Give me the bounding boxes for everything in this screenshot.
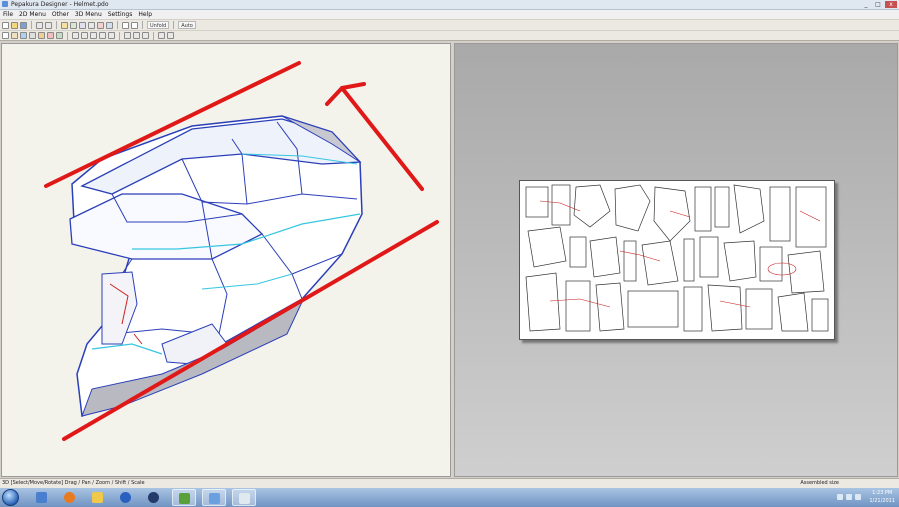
rotate-part-icon[interactable] <box>108 32 115 39</box>
menu-bar: File 2D Menu Other 3D Menu Settings Help <box>0 10 899 19</box>
auto-button[interactable]: Auto <box>178 21 196 29</box>
taskbar-firefox[interactable] <box>58 489 82 506</box>
move-icon[interactable] <box>11 32 18 39</box>
windows-taskbar: 1:23 PM 1/21/2011 <box>0 488 899 507</box>
select-icon[interactable] <box>61 21 68 29</box>
zoom-out-icon[interactable] <box>167 32 174 39</box>
taskbar-folder[interactable] <box>86 489 110 506</box>
status-bar: 3D [Select/Move/Rotate] Drag / Pan / Zoo… <box>0 478 899 488</box>
pan-icon[interactable] <box>88 21 95 29</box>
notepad-icon <box>239 493 250 504</box>
pepakura-app-icon <box>2 1 8 7</box>
paint-icon[interactable] <box>97 21 104 29</box>
volume-icon[interactable] <box>846 494 852 500</box>
window-icon[interactable] <box>131 21 138 29</box>
undo-icon[interactable] <box>36 21 43 29</box>
explorer-icon <box>36 492 47 503</box>
zoom-icon[interactable] <box>79 21 86 29</box>
taskbar-notepad[interactable] <box>232 489 256 506</box>
align-left-icon[interactable] <box>124 32 131 39</box>
network-icon[interactable] <box>837 494 843 500</box>
unfold-button[interactable]: Unfold <box>147 21 170 29</box>
window-title: Pepakura Designer - Helmet.pdo <box>11 1 109 8</box>
lock-icon[interactable] <box>38 32 45 39</box>
minimize-button[interactable]: _ <box>861 1 871 8</box>
menu-3d[interactable]: 3D Menu <box>75 10 102 19</box>
firefox-icon <box>64 492 75 503</box>
ie-icon <box>120 492 131 503</box>
new-icon[interactable] <box>2 21 9 29</box>
status-mode-text: 3D [Select/Move/Rotate] Drag / Pan / Zoo… <box>2 480 145 486</box>
status-size-text: Assembled size <box>800 480 839 486</box>
game-icon <box>179 493 190 504</box>
edge-icon[interactable] <box>47 32 54 39</box>
texture-icon[interactable] <box>106 21 113 29</box>
frame-icon[interactable] <box>122 21 129 29</box>
system-tray <box>837 494 861 500</box>
edit-toolbar <box>0 31 899 41</box>
3d-view-pane[interactable] <box>1 43 451 477</box>
2d-view-pane[interactable] <box>454 43 898 477</box>
grid-icon[interactable] <box>29 32 36 39</box>
taskbar-media-player[interactable] <box>142 489 166 506</box>
clock-date: 1/21/2011 <box>869 498 895 504</box>
save-icon[interactable] <box>20 21 27 29</box>
rotate-icon[interactable] <box>70 21 77 29</box>
main-toolbar: Unfold Auto <box>0 20 899 30</box>
align-right-icon[interactable] <box>142 32 149 39</box>
open-icon[interactable] <box>11 21 18 29</box>
text-icon[interactable] <box>90 32 97 39</box>
helmet-3d-model <box>44 61 439 441</box>
title-bar: Pepakura Designer - Helmet.pdo _ □ x <box>0 0 899 10</box>
menu-help[interactable]: Help <box>138 10 152 19</box>
start-button[interactable] <box>2 489 19 506</box>
media-player-icon <box>148 492 159 503</box>
menu-settings[interactable]: Settings <box>108 10 133 19</box>
taskbar-explorer[interactable] <box>30 489 54 506</box>
folder-icon <box>92 492 103 503</box>
maximize-button[interactable]: □ <box>873 1 883 8</box>
menu-other[interactable]: Other <box>52 10 69 19</box>
close-button[interactable]: x <box>885 1 897 8</box>
flag-icon[interactable] <box>855 494 861 500</box>
image-icon[interactable] <box>20 32 27 39</box>
taskbar-game[interactable] <box>172 489 196 506</box>
align-center-icon[interactable] <box>133 32 140 39</box>
arrow-icon[interactable] <box>2 32 9 39</box>
unfolded-parts <box>525 184 829 332</box>
menu-file[interactable]: File <box>3 10 13 19</box>
join-icon[interactable] <box>56 32 63 39</box>
mirror-icon[interactable] <box>99 32 106 39</box>
taskbar-ie[interactable] <box>114 489 138 506</box>
clock-time: 1:23 PM <box>872 490 893 496</box>
pepakura-icon <box>209 493 220 504</box>
zoom-in-icon[interactable] <box>158 32 165 39</box>
flap-icon[interactable] <box>81 32 88 39</box>
redo-icon[interactable] <box>45 21 52 29</box>
paper-sheet[interactable] <box>519 180 835 340</box>
system-clock[interactable]: 1:23 PM 1/21/2011 <box>869 489 895 505</box>
split-icon[interactable] <box>72 32 79 39</box>
taskbar-pepakura[interactable] <box>202 489 226 506</box>
menu-2d[interactable]: 2D Menu <box>19 10 46 19</box>
